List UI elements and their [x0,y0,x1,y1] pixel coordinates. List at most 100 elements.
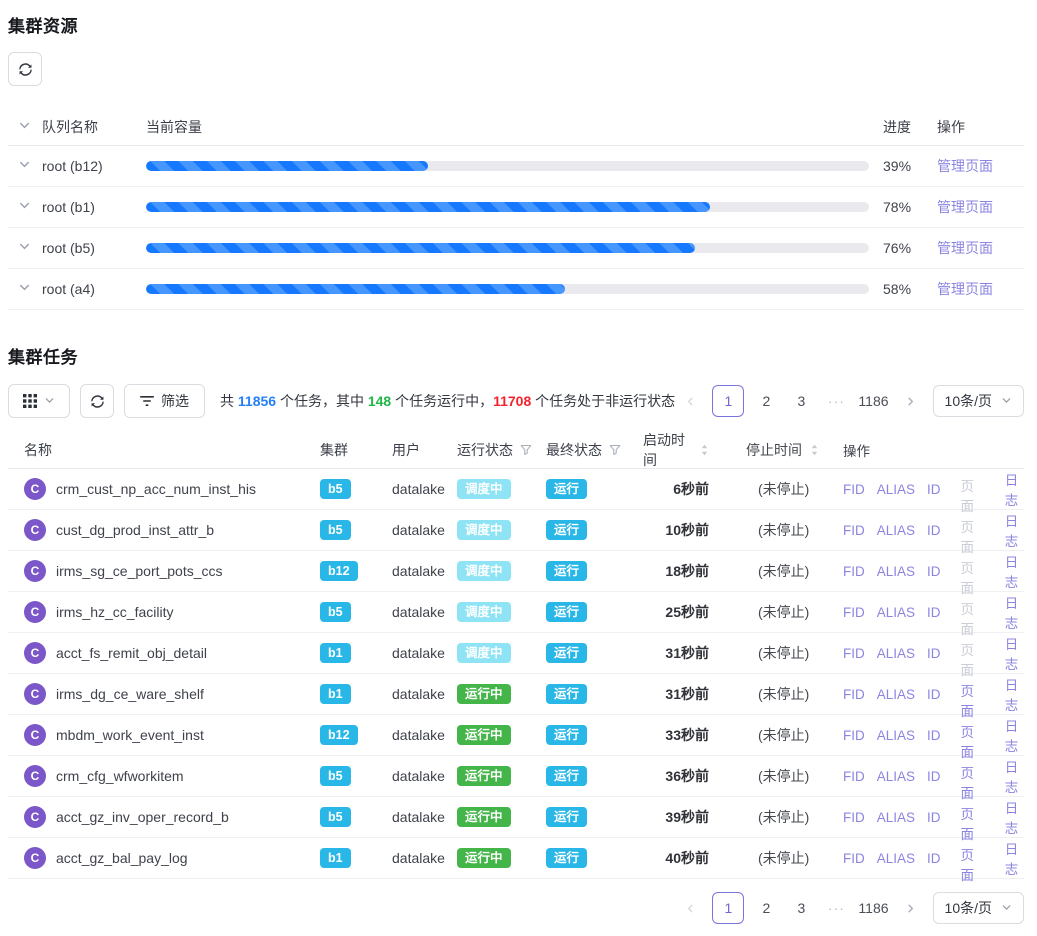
page-button-3[interactable]: 3 [788,892,814,924]
log-link[interactable]: 日志 [1005,510,1024,550]
page-size-value: 10条/页 [945,898,992,918]
row-expander[interactable] [8,199,42,215]
task-avatar: C [24,601,46,623]
log-link[interactable]: 日志 [1005,592,1024,632]
filter-funnel-icon[interactable] [609,444,621,456]
fid-link[interactable]: FID [843,605,865,620]
alias-link[interactable]: ALIAS [877,605,915,620]
alias-link[interactable]: ALIAS [877,564,915,579]
queue-col-header: 队列名称 [42,117,146,137]
progress-track [146,161,869,171]
alias-link[interactable]: ALIAS [877,851,915,866]
row-expander[interactable] [8,240,42,256]
alias-link[interactable]: ALIAS [877,646,915,661]
manage-page-link[interactable]: 管理页面 [937,199,993,215]
task-name: acct_fs_remit_obj_detail [56,645,207,661]
id-link[interactable]: ID [927,769,941,784]
log-link[interactable]: 日志 [1005,551,1024,591]
fid-link[interactable]: FID [843,728,865,743]
page-button-1[interactable]: 1 [712,385,744,417]
progress-track [146,284,869,294]
fid-link[interactable]: FID [843,564,865,579]
user-name: datalake [392,604,457,620]
cluster-badge: b5 [320,479,351,499]
next-page-button[interactable] [898,385,924,417]
id-link[interactable]: ID [927,482,941,497]
summary-text: 个任务运行中， [391,393,493,409]
cluster-badge: b5 [320,766,351,786]
run-state-badge: 运行中 [457,848,511,868]
collapse-all-chevron[interactable] [8,119,42,135]
sort-icon[interactable] [810,443,819,457]
log-link[interactable]: 日志 [1005,674,1024,714]
id-link[interactable]: ID [927,564,941,579]
id-link[interactable]: ID [927,687,941,702]
pagination-ellipsis[interactable]: ··· [823,385,849,417]
page-link[interactable]: 页面 [953,832,993,884]
alias-link[interactable]: ALIAS [877,810,915,825]
next-page-button[interactable] [898,892,924,924]
stop-time: (未停止) [709,479,838,499]
filter-funnel-icon[interactable] [520,444,532,456]
capacity-col-header: 当前容量 [146,117,883,137]
tasks-refresh-button[interactable] [80,384,114,418]
page-button-2[interactable]: 2 [753,892,779,924]
task-row: C acct_gz_bal_pay_log b1 datalake 运行中 运行… [8,838,1024,879]
cluster-badge: b1 [320,848,351,868]
fid-link[interactable]: FID [843,769,865,784]
alias-link[interactable]: ALIAS [877,687,915,702]
log-link[interactable]: 日志 [1005,633,1024,673]
chevron-down-icon [18,281,31,297]
fid-link[interactable]: FID [843,523,865,538]
fid-link[interactable]: FID [843,851,865,866]
log-link[interactable]: 日志 [1005,756,1024,796]
resource-refresh-button[interactable] [8,52,42,86]
alias-link[interactable]: ALIAS [877,482,915,497]
final-state-badge: 运行 [546,807,587,827]
prev-page-button[interactable] [677,385,703,417]
capacity-progressbar [146,161,883,171]
id-link[interactable]: ID [927,810,941,825]
page-button-3[interactable]: 3 [788,385,814,417]
run-state-badge: 调度中 [457,520,511,540]
prev-page-button[interactable] [677,892,703,924]
fid-link[interactable]: FID [843,646,865,661]
id-link[interactable]: ID [927,728,941,743]
manage-page-link[interactable]: 管理页面 [937,281,993,297]
row-expander[interactable] [8,281,42,297]
id-link[interactable]: ID [927,646,941,661]
log-link[interactable]: 日志 [1005,715,1024,755]
log-link[interactable]: 日志 [1005,469,1024,509]
alias-link[interactable]: ALIAS [877,523,915,538]
page-button-2[interactable]: 2 [753,385,779,417]
progress-fill [146,243,695,253]
id-link[interactable]: ID [927,605,941,620]
fid-link[interactable]: FID [843,810,865,825]
layout-grid-button[interactable] [8,384,70,418]
page-button-last[interactable]: 1186 [858,892,888,924]
user-name: datalake [392,850,457,866]
fid-link[interactable]: FID [843,482,865,497]
log-link[interactable]: 日志 [1005,838,1024,878]
manage-page-link[interactable]: 管理页面 [937,158,993,174]
stop-time: (未停止) [709,684,838,704]
cluster-badge: b1 [320,643,351,663]
sort-icon[interactable] [700,443,709,457]
pagination-top: 1 2 3 ··· 1186 10条/页 [677,385,1024,417]
filter-button[interactable]: 筛选 [124,384,205,418]
page-size-select[interactable]: 10条/页 [933,892,1024,924]
id-link[interactable]: ID [927,851,941,866]
alias-link[interactable]: ALIAS [877,769,915,784]
manage-page-link[interactable]: 管理页面 [937,240,993,256]
task-name: mbdm_work_event_inst [56,727,204,743]
page-button-1[interactable]: 1 [712,892,744,924]
pagination-ellipsis[interactable]: ··· [823,892,849,924]
page-size-select[interactable]: 10条/页 [933,385,1024,417]
fid-link[interactable]: FID [843,687,865,702]
alias-link[interactable]: ALIAS [877,728,915,743]
progress-percent: 58% [883,281,929,297]
id-link[interactable]: ID [927,523,941,538]
row-expander[interactable] [8,158,42,174]
log-link[interactable]: 日志 [1005,797,1024,837]
page-button-last[interactable]: 1186 [858,385,888,417]
